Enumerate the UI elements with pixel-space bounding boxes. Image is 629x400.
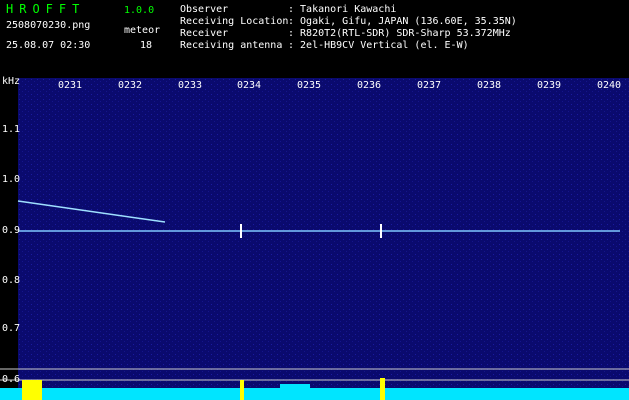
x-tick: 0231 (58, 80, 83, 91)
activity-peak-2 (240, 380, 244, 400)
activity-peak-1 (22, 380, 42, 400)
meteor-count: 18 (140, 40, 153, 51)
spectrogram-plot (0, 78, 629, 400)
x-tick: 0240 (597, 80, 622, 91)
spectrogram-background (18, 78, 629, 400)
spectrogram-window: HROFFT 1.0.0 2508070230.png meteor 25.08… (0, 0, 629, 400)
file-name: 2508070230.png (6, 20, 91, 31)
meteor-label: meteor (124, 25, 161, 36)
x-tick: 0237 (417, 80, 442, 91)
y-tick: 1.0 (2, 174, 21, 185)
observer-value: : Takanori Kawachi (288, 4, 397, 15)
x-tick: 0236 (357, 80, 382, 91)
x-tick: 0234 (237, 80, 262, 91)
y-axis-unit: kHz (2, 76, 21, 87)
y-tick: 0.7 (2, 323, 21, 334)
x-tick: 0238 (477, 80, 502, 91)
y-tick: 1.1 (2, 124, 21, 135)
y-tick: 0.9 (2, 225, 21, 236)
y-tick: 0.8 (2, 275, 21, 286)
x-tick: 0232 (118, 80, 143, 91)
app-version: 1.0.0 (124, 5, 155, 16)
x-tick: 0233 (178, 80, 203, 91)
x-tick: 0239 (537, 80, 562, 91)
activity-peak-3 (380, 378, 385, 400)
x-tick: 0235 (297, 80, 322, 91)
activity-peak-4 (280, 384, 310, 400)
location-label: Receiving Location (180, 16, 289, 27)
y-tick: 0.6 (2, 374, 21, 385)
observer-label: Observer (180, 4, 229, 15)
datetime: 25.08.07 02:30 (6, 40, 91, 51)
location-value: : Ogaki, Gifu, JAPAN (136.60E, 35.35N) (288, 16, 517, 27)
app-name: HROFFT (6, 2, 86, 16)
receiver-value: : R820T2(RTL-SDR) SDR-Sharp 53.372MHz (288, 28, 511, 39)
receiver-label: Receiver (180, 28, 229, 39)
activity-band (0, 388, 629, 400)
antenna-label: Receiving antenna (180, 40, 283, 51)
antenna-value: : 2el-HB9CV Vertical (el. E-W) (288, 40, 469, 51)
